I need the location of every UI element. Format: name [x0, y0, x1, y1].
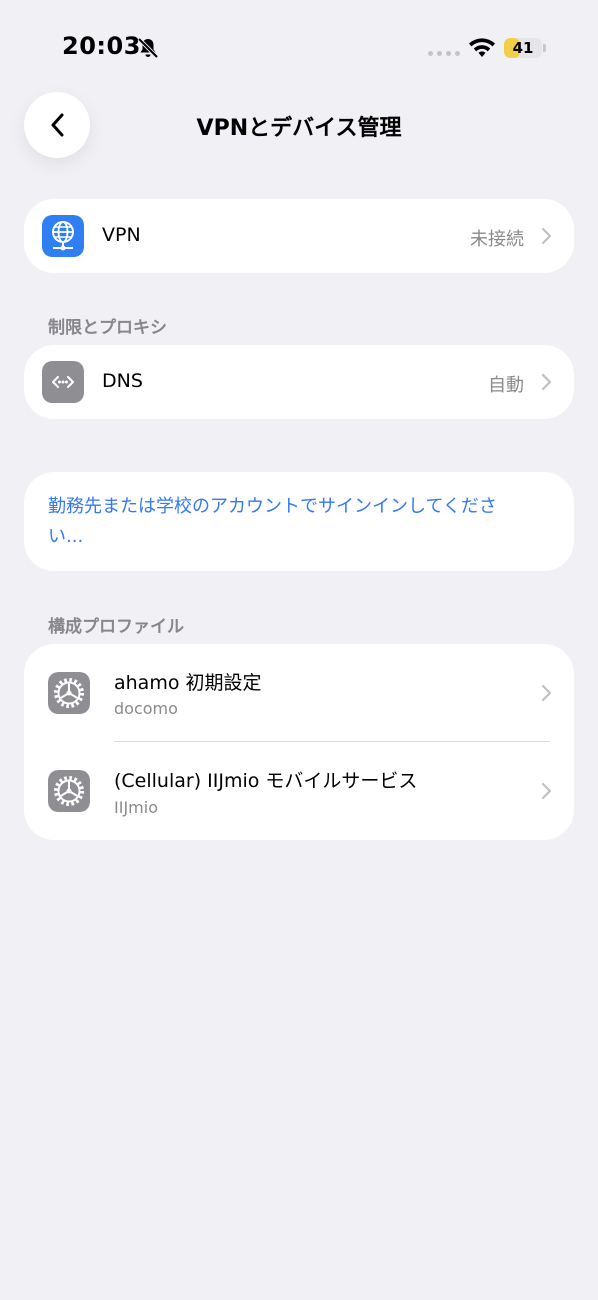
chevron-right-icon: [541, 227, 552, 245]
wifi-icon: [469, 38, 495, 57]
dns-label: DNS: [102, 370, 143, 392]
profile-name: ahamo 初期設定: [114, 672, 262, 694]
profile-item-iijmio[interactable]: (Cellular) IIJmio モバイルサービス IIJmio: [24, 742, 574, 840]
chevron-right-icon: [541, 684, 552, 702]
profile-item-ahamo[interactable]: ahamo 初期設定 docomo: [24, 644, 574, 741]
profile-name: (Cellular) IIJmio モバイルサービス: [114, 770, 418, 792]
battery-level: 41: [512, 39, 534, 57]
page-title: VPNとデバイス管理: [196, 116, 402, 141]
profiles-section-header: 構成プロファイル: [48, 617, 184, 637]
battery-indicator: 41: [504, 38, 542, 58]
work-account-card: 勤務先または学校のアカウントでサインインしてください...: [24, 472, 574, 571]
battery-cap: [543, 44, 546, 52]
cellular-signal-icon: [428, 51, 460, 56]
vpn-row[interactable]: VPN 未接続: [24, 199, 574, 273]
chevron-right-icon: [541, 782, 552, 800]
profiles-card: ahamo 初期設定 docomo (Cellular) IIJmio モバイル…: [24, 644, 574, 840]
settings-gear-icon: [48, 770, 90, 812]
status-time: 20:03: [62, 32, 141, 60]
dns-icon: [42, 361, 84, 403]
dns-value: 自動: [488, 375, 524, 396]
vpn-card: VPN 未接続: [24, 199, 574, 273]
settings-gear-icon: [48, 672, 90, 714]
vpn-status: 未接続: [470, 229, 524, 250]
profile-issuer: IIJmio: [114, 798, 158, 817]
dns-row[interactable]: DNS 自動: [24, 345, 574, 419]
proxy-section-header: 制限とプロキシ: [48, 318, 167, 338]
vpn-label: VPN: [102, 224, 141, 246]
sign-in-work-account-link[interactable]: 勤務先または学校のアカウントでサインインしてください...: [48, 492, 508, 552]
chevron-right-icon: [541, 373, 552, 391]
bell-slash-icon: [137, 37, 159, 59]
status-bar: 20:03 41: [0, 0, 598, 96]
dns-card: DNS 自動: [24, 345, 574, 419]
vpn-globe-icon: [42, 215, 84, 257]
profile-issuer: docomo: [114, 699, 178, 718]
